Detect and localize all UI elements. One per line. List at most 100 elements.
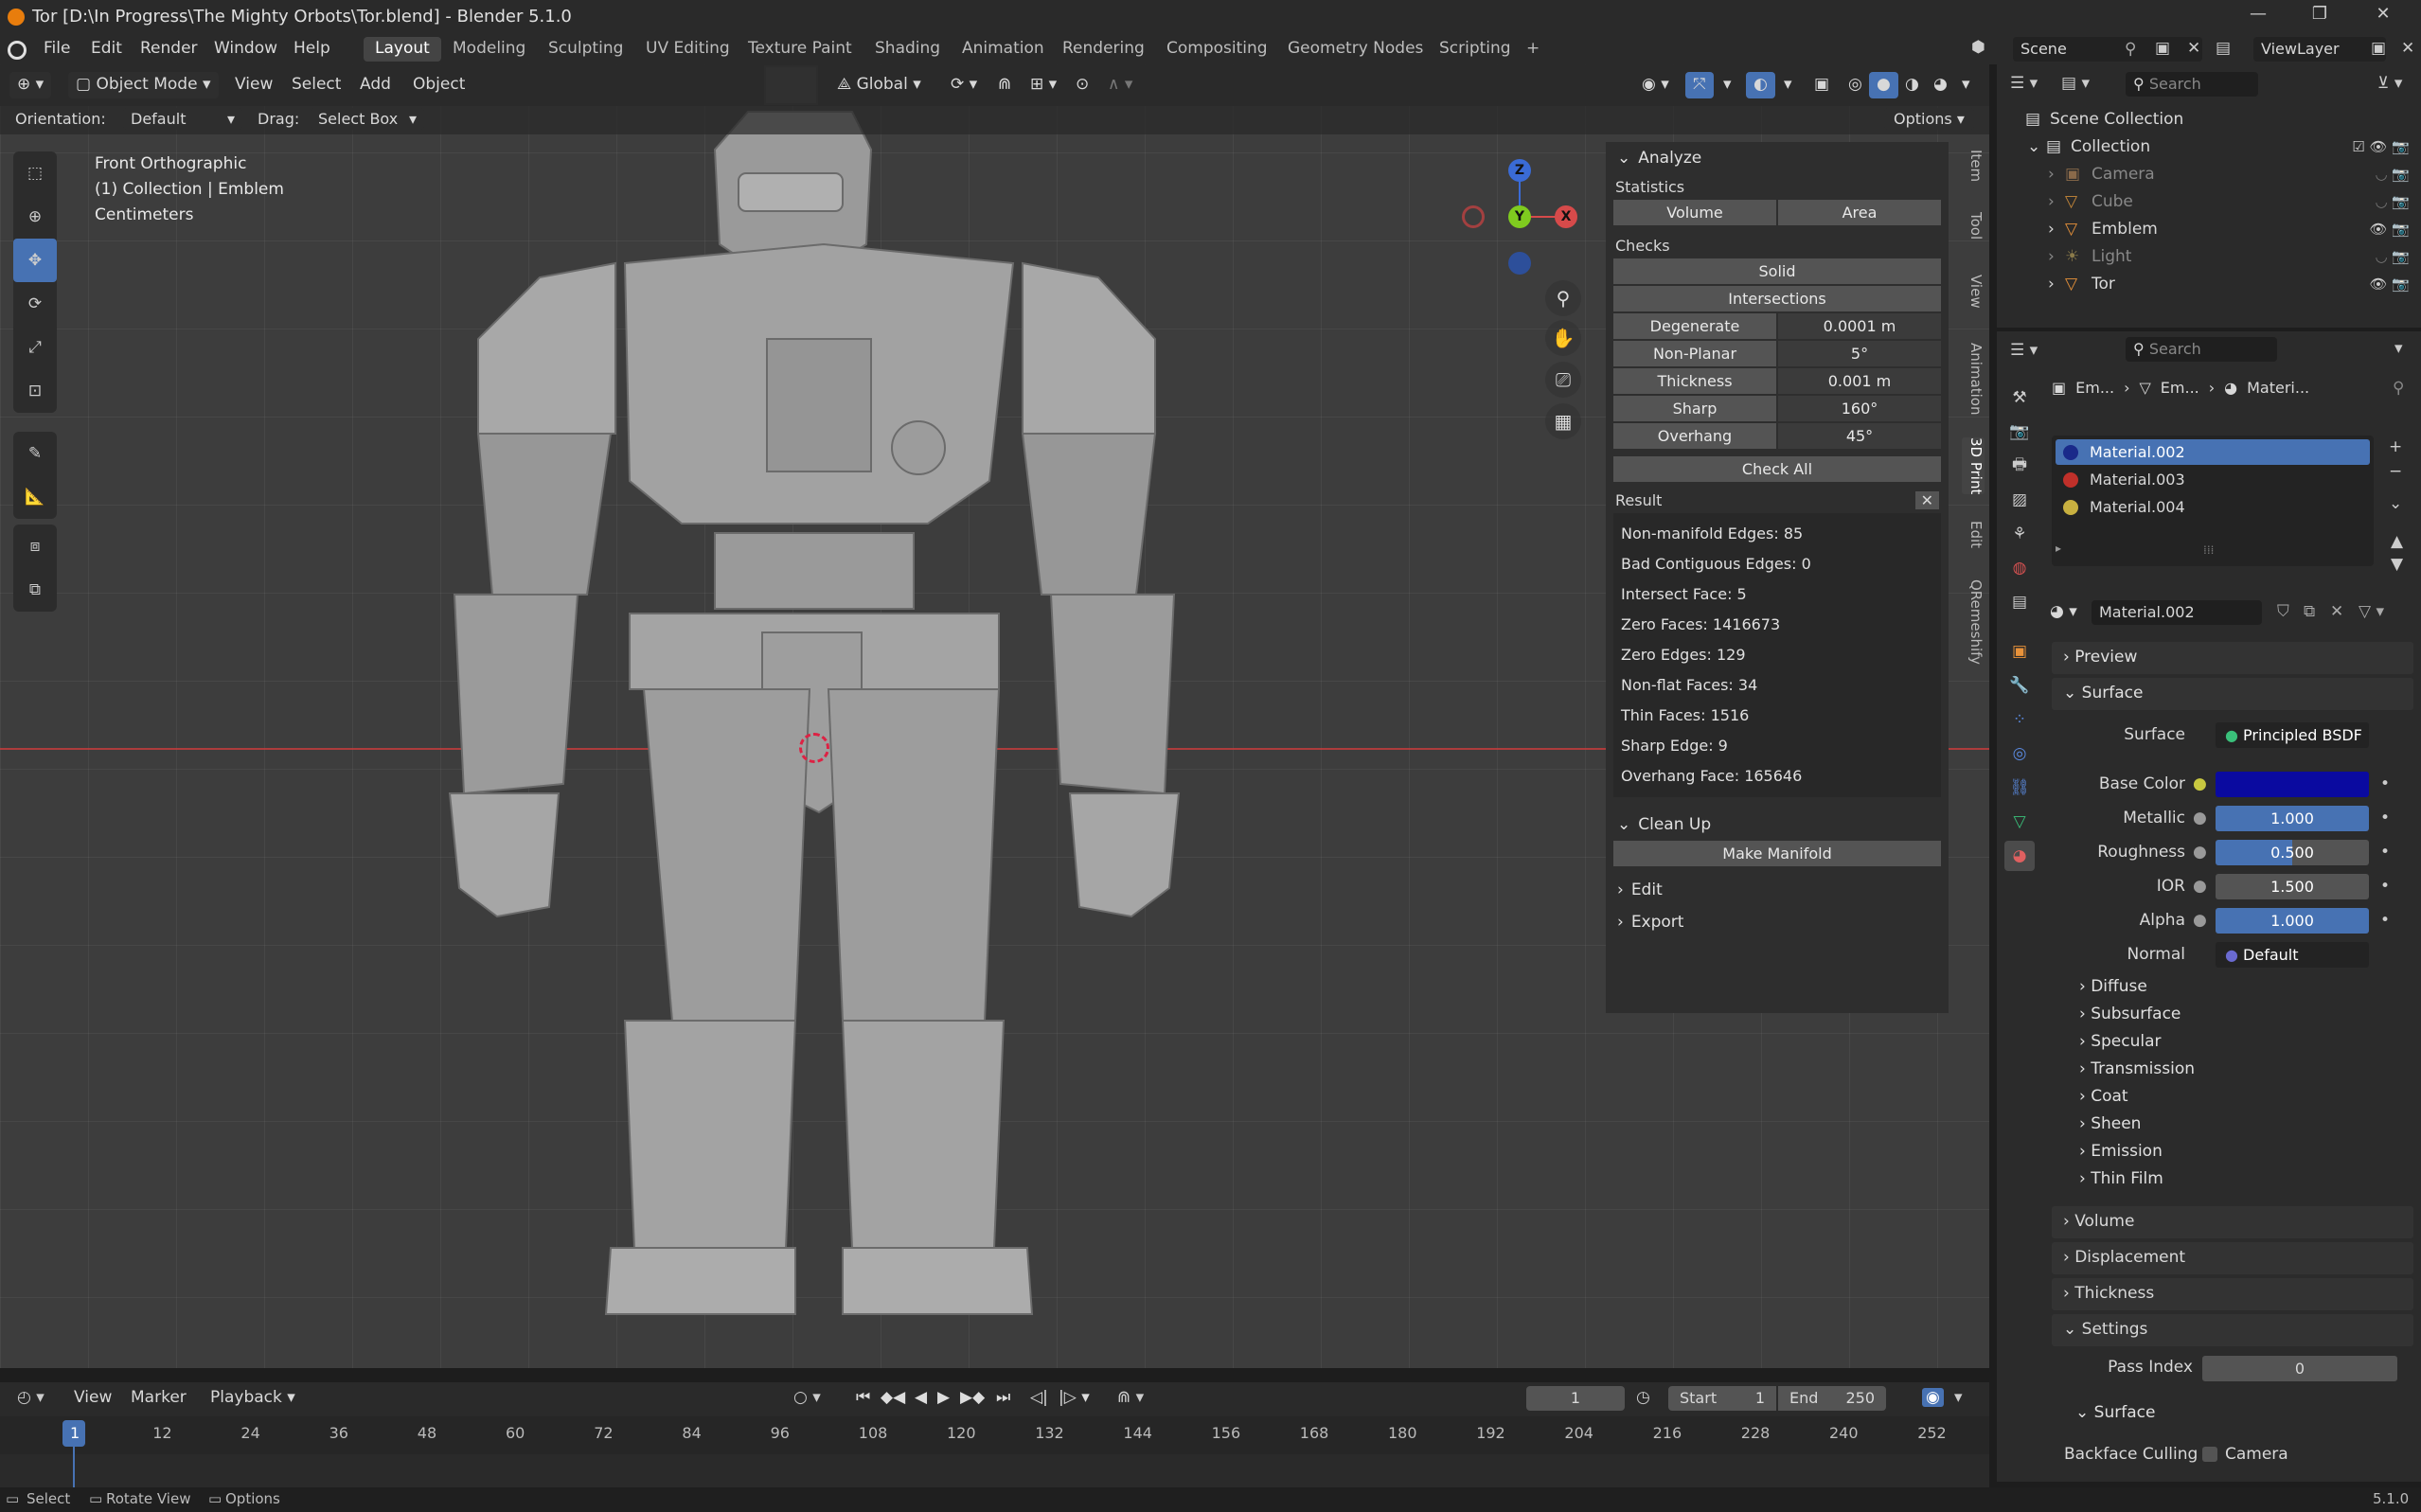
- material-name-field[interactable]: Material.002: [2092, 600, 2262, 625]
- preview-panel-header[interactable]: › Preview: [2052, 642, 2413, 674]
- coat-subpanel[interactable]: › Coat: [2079, 1087, 2128, 1106]
- result-item[interactable]: Non-manifold Edges: 85: [1621, 519, 1933, 549]
- minimize-button[interactable]: —: [2239, 4, 2277, 30]
- menu-select[interactable]: Select: [284, 72, 348, 98]
- export-header[interactable]: › Export: [1606, 906, 1949, 938]
- settings-surface-subpanel[interactable]: ⌄ Surface: [2075, 1403, 2155, 1422]
- tab-tool[interactable]: Tool: [1962, 212, 1985, 240]
- prev-marker-icon[interactable]: ◁|: [1030, 1388, 1048, 1407]
- new-scene-icon[interactable]: ▣: [2155, 39, 2170, 58]
- alpha-socket-icon[interactable]: ●: [2193, 911, 2207, 930]
- scene-selector[interactable]: Scene: [2013, 37, 2202, 62]
- make-manifold-button[interactable]: Make Manifold: [1613, 841, 1941, 866]
- surface-panel-header[interactable]: ⌄ Surface: [2052, 678, 2413, 710]
- unlink-material-icon[interactable]: ✕: [2330, 602, 2343, 621]
- xray-icon[interactable]: ▣: [1807, 72, 1837, 98]
- pass-index-field[interactable]: 0: [2202, 1356, 2397, 1381]
- menu-object[interactable]: Object: [405, 72, 472, 98]
- measure-tool-icon[interactable]: 📐: [13, 475, 57, 519]
- start-frame-field[interactable]: Start 1: [1668, 1386, 1776, 1411]
- record-icon[interactable]: ○ ▾: [793, 1388, 821, 1407]
- area-button[interactable]: Area: [1778, 200, 1941, 225]
- robot-model[interactable]: [398, 64, 1231, 1368]
- sync-icon[interactable]: ◉: [1922, 1388, 1944, 1407]
- chevron-right-icon[interactable]: ›: [2048, 275, 2055, 294]
- editor-type-button[interactable]: ⊕ ▾: [9, 72, 52, 98]
- mode-selector[interactable]: ▢ Object Mode ▾: [68, 72, 219, 98]
- tab-qremeshify[interactable]: QRemeshify: [1962, 579, 1985, 665]
- subsurface-subpanel[interactable]: › Subsurface: [2079, 1005, 2181, 1023]
- gizmo-z-axis[interactable]: Z: [1508, 159, 1531, 182]
- blender-menu-icon[interactable]: [8, 41, 27, 60]
- result-item[interactable]: Zero Edges: 129: [1621, 640, 1933, 670]
- material-shading-icon[interactable]: ◑: [1897, 72, 1927, 98]
- new-view-layer-icon[interactable]: ▣: [2371, 39, 2386, 58]
- result-item[interactable]: Thin Faces: 1516: [1621, 701, 1933, 731]
- material-slot[interactable]: Material.004: [2056, 494, 2370, 520]
- material-slot[interactable]: Material.002: [2056, 439, 2370, 465]
- add-workspace-button[interactable]: +: [1515, 37, 1551, 62]
- edit-header[interactable]: › Edit: [1606, 874, 1949, 906]
- add-slot-button[interactable]: +: [2389, 437, 2402, 456]
- tab-texture-paint[interactable]: Texture Paint: [737, 37, 863, 62]
- particles-properties-icon[interactable]: ⁘: [2004, 704, 2035, 735]
- keyframe-dot-icon[interactable]: •: [2380, 877, 2390, 896]
- remove-slot-button[interactable]: −: [2389, 462, 2402, 481]
- scale-tool-icon[interactable]: ⤢: [13, 326, 57, 369]
- outliner-item-cube[interactable]: › ▽ Cube ◡ 📷: [1997, 188, 2421, 216]
- scene-icon[interactable]: ⬢: [1971, 38, 1985, 57]
- move-tool-icon[interactable]: ✥: [13, 239, 57, 282]
- tab-view[interactable]: View: [1962, 275, 1985, 309]
- orientation-dropdown[interactable]: Default ▾: [123, 108, 242, 130]
- transform-tool-icon[interactable]: ⊡: [13, 369, 57, 413]
- base-color-socket-icon[interactable]: ●: [2193, 774, 2207, 793]
- tab-animation[interactable]: Animation: [1962, 343, 1985, 415]
- material-browse-icon[interactable]: ◕ ▾: [2050, 602, 2077, 621]
- collection-properties-icon[interactable]: ▤: [2004, 587, 2035, 617]
- result-item[interactable]: Overhang Face: 165646: [1621, 761, 1933, 792]
- move-slot-down-icon[interactable]: ▼: [2391, 555, 2403, 574]
- transform-orientation-selector[interactable]: ⟁ Global ▾: [829, 72, 929, 98]
- collection-visibility-icons[interactable]: ☑ 👁 📷: [2352, 138, 2410, 155]
- sync-dropdown-icon[interactable]: ▾: [1954, 1388, 1963, 1407]
- data-properties-icon[interactable]: ▽: [2004, 807, 2035, 837]
- slot-specials-icon[interactable]: ⌄: [2389, 494, 2402, 513]
- delete-scene-icon[interactable]: ✕: [2187, 39, 2200, 58]
- tab-sculpting[interactable]: Sculpting: [537, 37, 634, 62]
- chevron-right-icon[interactable]: ›: [2048, 192, 2055, 211]
- check-all-button[interactable]: Check All: [1613, 456, 1941, 482]
- pan-hand-icon[interactable]: ✋: [1545, 320, 1581, 356]
- prev-keyframe-icon[interactable]: ◆◀: [881, 1388, 905, 1407]
- menu-edit[interactable]: Edit: [91, 39, 122, 58]
- sharp-value[interactable]: 160°: [1778, 396, 1941, 421]
- tab-layout[interactable]: Layout: [364, 37, 441, 62]
- scene-collection-row[interactable]: ▤ Scene Collection: [1997, 106, 2421, 133]
- zoom-icon[interactable]: ⚲: [1545, 280, 1581, 316]
- select-box-tool-icon[interactable]: ⬚: [13, 151, 57, 195]
- cube-visibility-icons[interactable]: ◡ 📷: [2375, 193, 2410, 210]
- close-button[interactable]: ✕: [2364, 4, 2402, 30]
- settings-panel-header[interactable]: ⌄ Settings: [2052, 1314, 2413, 1346]
- timeline-menu-view[interactable]: View: [74, 1388, 112, 1407]
- falloff-icon[interactable]: ∧ ▾: [1100, 72, 1140, 98]
- overlay-dropdown-icon[interactable]: ▾: [1776, 72, 1800, 98]
- list-resize-handle-icon[interactable]: ⁞⁞⁞: [2203, 543, 2214, 557]
- non-planar-button[interactable]: Non-Planar: [1613, 341, 1776, 366]
- view-layer-selector[interactable]: ViewLayer: [2253, 37, 2386, 62]
- base-color-swatch[interactable]: [2216, 772, 2369, 797]
- gizmo-neg-z-axis[interactable]: [1508, 252, 1531, 275]
- alpha-slider[interactable]: 1.000: [2216, 908, 2369, 934]
- rotate-tool-icon[interactable]: ⟳: [13, 282, 57, 326]
- jump-end-icon[interactable]: ⏭: [996, 1388, 1010, 1407]
- emblem-visibility-icons[interactable]: 👁 📷: [2370, 221, 2411, 238]
- displacement-panel-header[interactable]: › Displacement: [2052, 1242, 2413, 1274]
- move-slot-up-icon[interactable]: ▲: [2391, 532, 2403, 551]
- ior-field[interactable]: 1.500: [2216, 874, 2369, 899]
- surface-shader-field[interactable]: ● Principled BSDF: [2216, 722, 2369, 748]
- outliner-item-emblem[interactable]: › ▽ Emblem 👁 📷: [1997, 216, 2421, 243]
- gizmo-toggle-icon[interactable]: ⤧: [1685, 72, 1714, 98]
- fake-user-icon[interactable]: ⛉: [2277, 602, 2289, 621]
- result-item[interactable]: Sharp Edge: 9: [1621, 731, 1933, 761]
- specular-subpanel[interactable]: › Specular: [2079, 1032, 2162, 1051]
- annotate-tool-icon[interactable]: ✎: [13, 432, 57, 475]
